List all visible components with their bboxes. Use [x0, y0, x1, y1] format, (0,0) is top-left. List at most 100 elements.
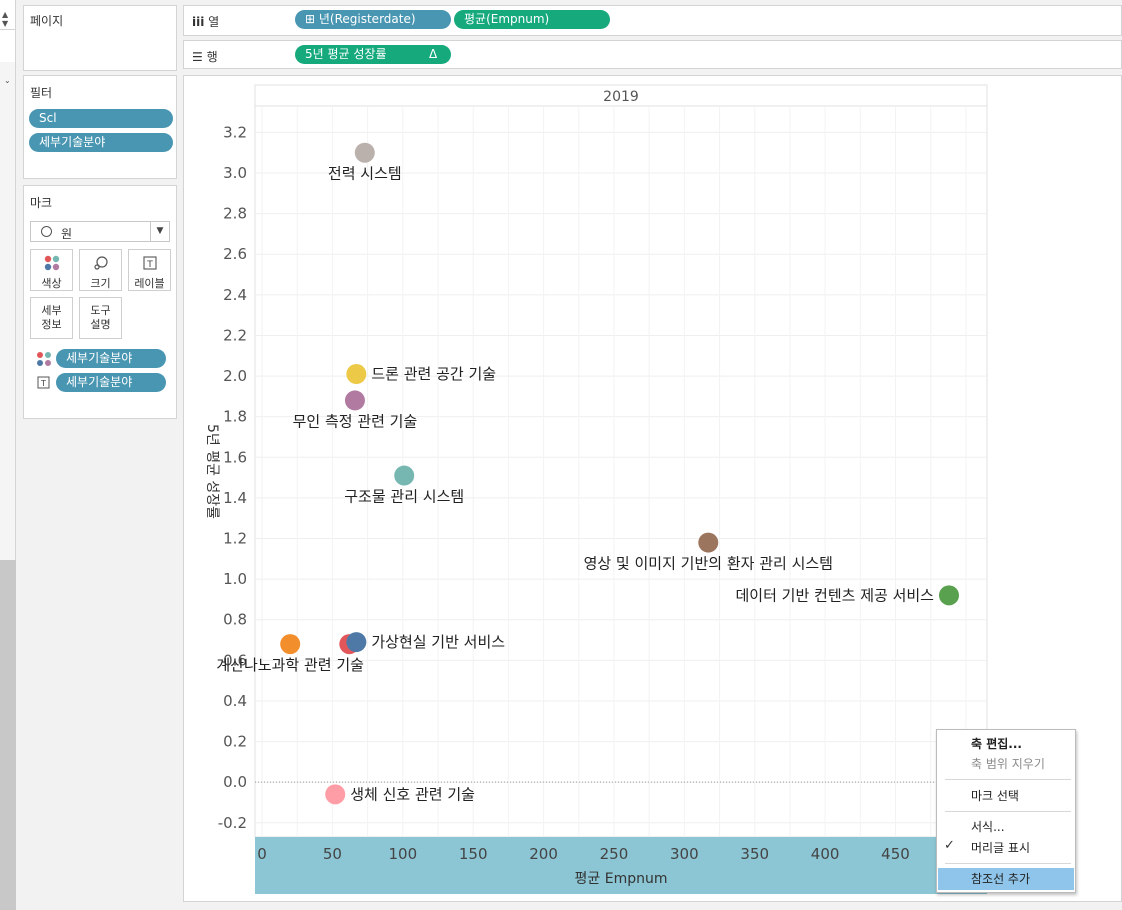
y-tick-label: 2.4	[223, 286, 247, 304]
y-tick-label: 0.4	[223, 692, 247, 710]
data-point	[938, 585, 959, 606]
marks-card: 마크 원 ▼ 색상 크기 T 레이블 세부 정보 도구 설명 세부기술분야 T …	[23, 185, 177, 419]
y-tick-label: 1.2	[223, 530, 247, 548]
x-tick-label: 200	[529, 845, 558, 863]
tooltip-line-1: 도구	[90, 304, 111, 317]
columns-shelf[interactable]: iii 열 ⊞ 년(Registerdate) 평균(Empnum)	[183, 5, 1122, 36]
y-tick-label: 2.0	[223, 367, 247, 385]
x-tick-label: 100	[388, 845, 417, 863]
y-axis-title: 5년 평균 성장률	[204, 424, 220, 519]
y-tick-label: 1.6	[223, 448, 247, 466]
tooltip-button[interactable]: 도구 설명	[79, 297, 122, 339]
y-tick-label: 2.2	[223, 326, 247, 344]
label-t-icon: T	[142, 256, 157, 270]
filter-pill-scl[interactable]: Scl	[29, 109, 173, 128]
svg-text:T: T	[40, 379, 46, 388]
column-pill-empnum[interactable]: 평균(Empnum)	[454, 10, 610, 29]
data-label: 영상 및 이미지 기반의 환자 관리 시스템	[584, 555, 833, 573]
column-pill-registerdate[interactable]: ⊞ 년(Registerdate)	[295, 10, 451, 29]
y-tick-label: -0.2	[218, 814, 247, 832]
rows-icon: ☰	[192, 50, 203, 64]
data-point	[346, 632, 367, 653]
data-label: 생체 신호 관련 기술	[350, 785, 475, 803]
menu-clear-axis-range[interactable]: 축 범위 지우기	[938, 753, 1074, 775]
data-point	[698, 532, 719, 553]
tooltip-button-label: 도구 설명	[80, 304, 121, 332]
data-point	[325, 784, 346, 805]
marks-title: 마크	[30, 196, 53, 210]
menu-separator	[945, 779, 1071, 780]
data-label: 가상현실 기반 서비스	[371, 633, 505, 651]
y-tick-label: 1.8	[223, 408, 247, 426]
data-point	[354, 142, 375, 163]
rows-label: ☰ 행	[192, 48, 218, 65]
label-encoding-icon: T	[37, 376, 50, 389]
data-label: 데이터 기반 컨텐츠 제공 서비스	[736, 586, 935, 604]
filter-pill-category[interactable]: 세부기술분야	[29, 133, 173, 152]
left-strip-blank	[0, 30, 16, 62]
filters-card: 필터 Scl 세부기술분야	[23, 75, 177, 179]
data-label: 구조물 관리 시스템	[344, 488, 464, 506]
menu-separator	[945, 863, 1071, 864]
label-button-label: 레이블	[134, 277, 165, 290]
data-point	[346, 364, 367, 385]
y-tick-label: 0.8	[223, 611, 247, 629]
left-strip: ⌄	[0, 62, 16, 560]
svg-text:T: T	[146, 260, 153, 270]
menu-format[interactable]: 서식...	[938, 816, 1074, 838]
pages-card[interactable]: 페이지	[23, 5, 177, 71]
data-point	[280, 634, 301, 655]
color-encoding-icon	[37, 352, 51, 366]
pages-title: 페이지	[30, 14, 64, 28]
scrollbar[interactable]	[0, 560, 16, 910]
columns-icon: iii	[192, 15, 205, 29]
plot-border	[254, 105, 988, 838]
chevron-down-icon[interactable]: ⌄	[4, 76, 11, 85]
size-button-label: 크기	[90, 277, 111, 290]
mark-type-select[interactable]: 원 ▼	[30, 221, 170, 242]
x-tick-label: 150	[459, 845, 488, 863]
context-menu: 축 편집... 축 범위 지우기 마크 선택 서식... ✓ 머리글 표시 참조…	[936, 729, 1076, 893]
detail-line-1: 세부	[41, 304, 62, 317]
menu-select-marks[interactable]: 마크 선택	[938, 785, 1074, 807]
mark-type-label: 원	[61, 227, 73, 241]
y-tick-label: 3.2	[223, 123, 247, 141]
sort-arrows-icon[interactable]: ▲ ▼	[2, 10, 8, 28]
color-button[interactable]: 색상	[30, 249, 73, 291]
label-field-pill[interactable]: 세부기술분야	[56, 373, 166, 392]
rows-shelf[interactable]: ☰ 행 5년 평균 성장률 Δ	[183, 40, 1122, 69]
rows-label-text: 행	[206, 50, 218, 64]
y-tick-label: 0.0	[223, 773, 247, 791]
data-point	[344, 390, 365, 411]
data-label: 드론 관련 공간 기술	[371, 365, 496, 383]
color-button-label: 색상	[41, 277, 62, 290]
size-button[interactable]: 크기	[79, 249, 122, 291]
dropdown-arrow-icon[interactable]: ▼	[150, 222, 169, 241]
circle-icon	[41, 226, 52, 237]
detail-line-2: 정보	[41, 318, 62, 331]
menu-add-reference-line[interactable]: 참조선 추가	[938, 868, 1074, 890]
menu-edit-axis[interactable]: 축 편집...	[938, 733, 1074, 755]
color-field-pill[interactable]: 세부기술분야	[56, 349, 166, 368]
x-tick-label: 400	[811, 845, 840, 863]
detail-button[interactable]: 세부 정보	[30, 297, 73, 339]
y-tick-label: 2.6	[223, 245, 247, 263]
y-tick-label: 3.0	[223, 164, 247, 182]
menu-show-header[interactable]: 머리글 표시	[938, 837, 1074, 859]
menu-separator	[945, 811, 1071, 812]
data-label: 무인 측정 관련 기술	[293, 412, 418, 430]
data-label: 계산나노과학 관련 기술	[216, 656, 364, 674]
y-tick-label: 1.4	[223, 489, 247, 507]
columns-label: iii 열	[192, 13, 219, 30]
size-icon	[93, 256, 108, 270]
color-dots-icon	[44, 255, 59, 271]
x-axis-title: 평균 Empnum	[575, 871, 668, 887]
x-tick-label: 300	[670, 845, 699, 863]
row-pill-growth[interactable]: 5년 평균 성장률 Δ	[295, 45, 451, 64]
pane-header-label: 2019	[603, 89, 639, 105]
detail-button-label: 세부 정보	[31, 304, 72, 332]
y-tick-label: 0.2	[223, 733, 247, 751]
filters-title: 필터	[30, 86, 53, 100]
delta-icon: Δ	[429, 47, 438, 61]
label-button[interactable]: T 레이블	[128, 249, 171, 291]
